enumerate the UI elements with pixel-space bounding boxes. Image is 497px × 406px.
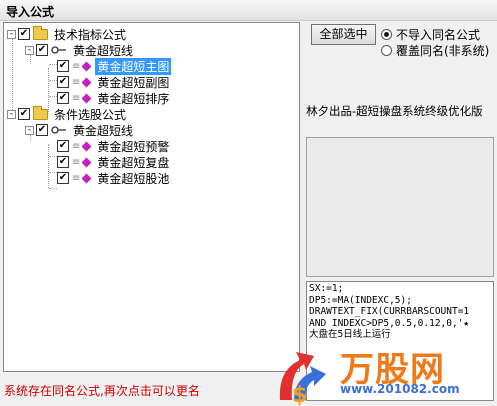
checkbox[interactable]: ✔ xyxy=(57,172,69,184)
tree-node-label: 黄金超短排序 xyxy=(97,91,170,106)
checkbox[interactable]: ✔ xyxy=(18,108,30,120)
code-line: DRAWTEXT_FIX(CURRBARSCOUNT=1 xyxy=(309,306,470,317)
formula-icon: ≡ xyxy=(72,156,81,168)
formula-icon: ≡ xyxy=(72,172,81,184)
tree-node-formula[interactable]: ✔ ≡ 黄金超短主图 xyxy=(57,57,172,75)
tree-node-label: 黄金超短线 xyxy=(73,43,134,58)
diamond-icon xyxy=(81,141,92,151)
tree-node-formula[interactable]: ✔ ≡ 黄金超短副图 xyxy=(57,74,171,90)
svg-text:$: $ xyxy=(292,383,307,406)
checkbox[interactable]: ✔ xyxy=(36,44,48,56)
checkbox[interactable]: ✔ xyxy=(57,156,69,168)
collapse-toggle[interactable]: - xyxy=(7,109,16,119)
formula-tree[interactable]: - ✔ 技术指标公式 - ✔ 黄金超短线 ✔ ≡ 黄金超短主图 ✔ ≡ 黄金超短… xyxy=(3,22,300,372)
tree-node-label: 黄金超短预警 xyxy=(97,139,170,154)
formula-icon: ≡ xyxy=(72,60,81,72)
key-icon xyxy=(51,126,66,134)
code-line: SX:=1; xyxy=(309,283,344,294)
diamond-icon xyxy=(81,61,92,71)
tree-node-label: 黄金超短线 xyxy=(73,123,134,138)
tree-node-formula[interactable]: ✔ ≡ 黄金超短复盘 xyxy=(57,154,171,170)
collapse-toggle[interactable]: - xyxy=(25,125,34,135)
tree-node-label: 黄金超短复盘 xyxy=(97,155,170,170)
folder-icon xyxy=(33,105,48,120)
tree-node-indicator-formulas[interactable]: - ✔ 技术指标公式 xyxy=(7,25,128,42)
checkbox[interactable]: ✔ xyxy=(57,76,69,88)
checkbox[interactable]: ✔ xyxy=(57,92,69,104)
watermark-logo: $ 万股网 www.201082.com xyxy=(270,340,495,406)
collapse-toggle[interactable]: - xyxy=(7,29,16,39)
preview-area xyxy=(306,137,494,277)
tree-node-formula[interactable]: ✔ ≡ 黄金超短预警 xyxy=(57,138,171,154)
radio-overwrite-duplicates[interactable]: 覆盖同名(非系统) xyxy=(381,42,489,59)
formula-description: 林夕出品-超短操盘系统终级优化版 xyxy=(306,104,483,118)
formula-icon: ≡ xyxy=(72,140,81,152)
radio-selected-icon[interactable] xyxy=(381,29,392,40)
tree-node-label: 黄金超短副图 xyxy=(97,75,170,90)
code-line: 大盘在5日线上运行 xyxy=(309,329,391,340)
tree-node-group[interactable]: - ✔ 黄金超短线 xyxy=(25,122,135,138)
formula-icon: ≡ xyxy=(72,92,81,104)
checkbox[interactable]: ✔ xyxy=(36,124,48,136)
radio-label: 不导入同名公式 xyxy=(396,28,481,42)
collapse-toggle[interactable]: - xyxy=(25,45,34,55)
radio-unselected-icon[interactable] xyxy=(381,45,392,56)
select-all-button[interactable]: 全部选中 xyxy=(311,24,376,45)
tree-node-stock-screen-formulas[interactable]: - ✔ 条件选股公式 xyxy=(7,105,128,122)
diamond-icon xyxy=(81,93,92,103)
tree-node-label: 条件选股公式 xyxy=(54,107,127,122)
code-line: DP5:=MA(INDEXC,5); xyxy=(309,294,412,306)
tree-node-group[interactable]: - ✔ 黄金超短线 xyxy=(25,42,135,58)
tree-node-formula[interactable]: ✔ ≡ 黄金超短股池 xyxy=(57,170,171,186)
window-title: 导入公式 xyxy=(6,5,55,19)
status-message: 系统存在同名公式,再次点击可以更名 xyxy=(4,384,200,398)
tree-node-label: 技术指标公式 xyxy=(54,27,127,42)
checkbox[interactable]: ✔ xyxy=(18,28,30,40)
diamond-icon xyxy=(81,173,92,183)
checkbox[interactable]: ✔ xyxy=(57,140,69,152)
title-bar: 导入公式 xyxy=(0,0,497,21)
formula-icon: ≡ xyxy=(72,76,81,88)
code-line: AND INDEXC>DP5,0.5,0.12,0,'★ xyxy=(309,317,470,329)
tree-node-label: 黄金超短主图 xyxy=(95,57,172,75)
tree-node-label: 黄金超短股池 xyxy=(97,171,170,186)
tree-node-formula[interactable]: ✔ ≡ 黄金超短排序 xyxy=(57,90,171,106)
watermark-url: www.201082.com xyxy=(340,382,460,396)
checkbox[interactable]: ✔ xyxy=(57,60,69,72)
folder-icon xyxy=(33,25,48,40)
diamond-icon xyxy=(81,77,92,87)
radio-label: 覆盖同名(非系统) xyxy=(396,44,490,58)
diamond-icon xyxy=(81,157,92,167)
radio-skip-duplicates[interactable]: 不导入同名公式 xyxy=(381,26,480,43)
key-icon xyxy=(51,46,66,54)
watermark-emblem-icon: $ xyxy=(279,352,326,406)
